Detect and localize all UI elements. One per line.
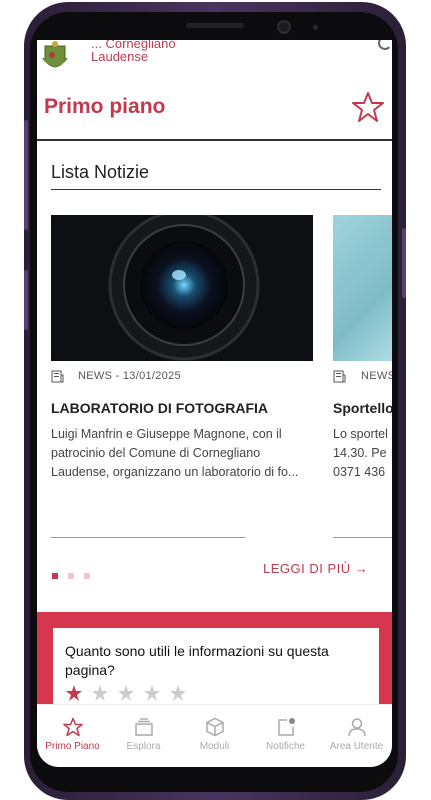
- news-description: Luigi Manfrin e Giuseppe Magnone, con il…: [51, 427, 299, 479]
- camera: [277, 20, 291, 34]
- nav-area-utente[interactable]: Area Utente: [321, 705, 392, 767]
- municipality-name: ... Cornegliano Laudense: [91, 40, 176, 63]
- news-card-image[interactable]: [333, 215, 392, 361]
- page-title: Primo piano: [44, 95, 166, 118]
- nav-label: Notifiche: [266, 741, 305, 752]
- nav-label: Primo Piano: [45, 741, 100, 752]
- section-title: Lista Notizie: [51, 162, 150, 182]
- news-meta: NEWS: [361, 370, 392, 382]
- read-more-link[interactable]: LEGGI DI PIÙ →: [263, 561, 368, 576]
- stack-icon: [134, 718, 153, 736]
- nav-label: Moduli: [199, 741, 230, 752]
- card-divider: [51, 537, 245, 538]
- news-meta: NEWS - 13/01/2025: [78, 370, 181, 382]
- pagination-dot[interactable]: [52, 573, 58, 579]
- feedback-question: Quanto sono utili le informazioni su que…: [65, 643, 329, 678]
- camera-lens-photo: [51, 215, 313, 361]
- pagination-dot[interactable]: [68, 573, 74, 579]
- municipality-line2: Laudense: [91, 49, 149, 64]
- carousel-pagination[interactable]: [52, 566, 100, 584]
- app-screen: ... Cornegliano Laudense Primo piano Lis…: [37, 40, 392, 767]
- news-icon: [333, 370, 346, 383]
- card-divider: [333, 537, 392, 538]
- star-icon: [62, 717, 83, 737]
- power-button: [402, 228, 406, 298]
- sensor: [313, 25, 318, 30]
- rating-star-icon[interactable]: [117, 684, 135, 702]
- nav-moduli[interactable]: Moduli: [179, 705, 250, 767]
- municipality-crest-icon: [42, 41, 68, 68]
- side-button: [24, 270, 28, 330]
- section-divider: [51, 189, 381, 190]
- user-icon: [347, 718, 366, 737]
- bottom-navigation: Primo Piano Esplora Moduli Notifiche Are…: [37, 704, 392, 767]
- speaker: [186, 23, 244, 28]
- header-divider: [37, 139, 392, 141]
- nav-label: Area Utente: [329, 741, 384, 752]
- news-description: Lo sportel 14.30. Pe 0371 436: [333, 427, 388, 479]
- nav-notifiche[interactable]: Notifiche: [250, 705, 321, 767]
- nav-primo-piano[interactable]: Primo Piano: [37, 705, 108, 767]
- volume-button: [24, 120, 28, 230]
- rating-star-icon[interactable]: [65, 684, 83, 702]
- search-icon[interactable]: [378, 40, 392, 50]
- news-title[interactable]: LABORATORIO DI FOTOGRAFIA: [51, 400, 268, 416]
- rating-star-icon[interactable]: [91, 684, 109, 702]
- rating-star-icon[interactable]: [143, 684, 161, 702]
- news-card-image[interactable]: [51, 215, 313, 361]
- favorite-star-icon[interactable]: [351, 90, 385, 124]
- rating-star-icon[interactable]: [169, 684, 187, 702]
- notification-icon: [277, 718, 295, 736]
- app-header: ... Cornegliano Laudense: [37, 40, 392, 70]
- nav-label: Esplora: [126, 741, 161, 752]
- cube-icon: [205, 717, 224, 737]
- news-title[interactable]: Sportello: [333, 400, 392, 416]
- nav-esplora[interactable]: Esplora: [108, 705, 179, 767]
- news-icon: [51, 370, 64, 383]
- pagination-dot[interactable]: [84, 573, 90, 579]
